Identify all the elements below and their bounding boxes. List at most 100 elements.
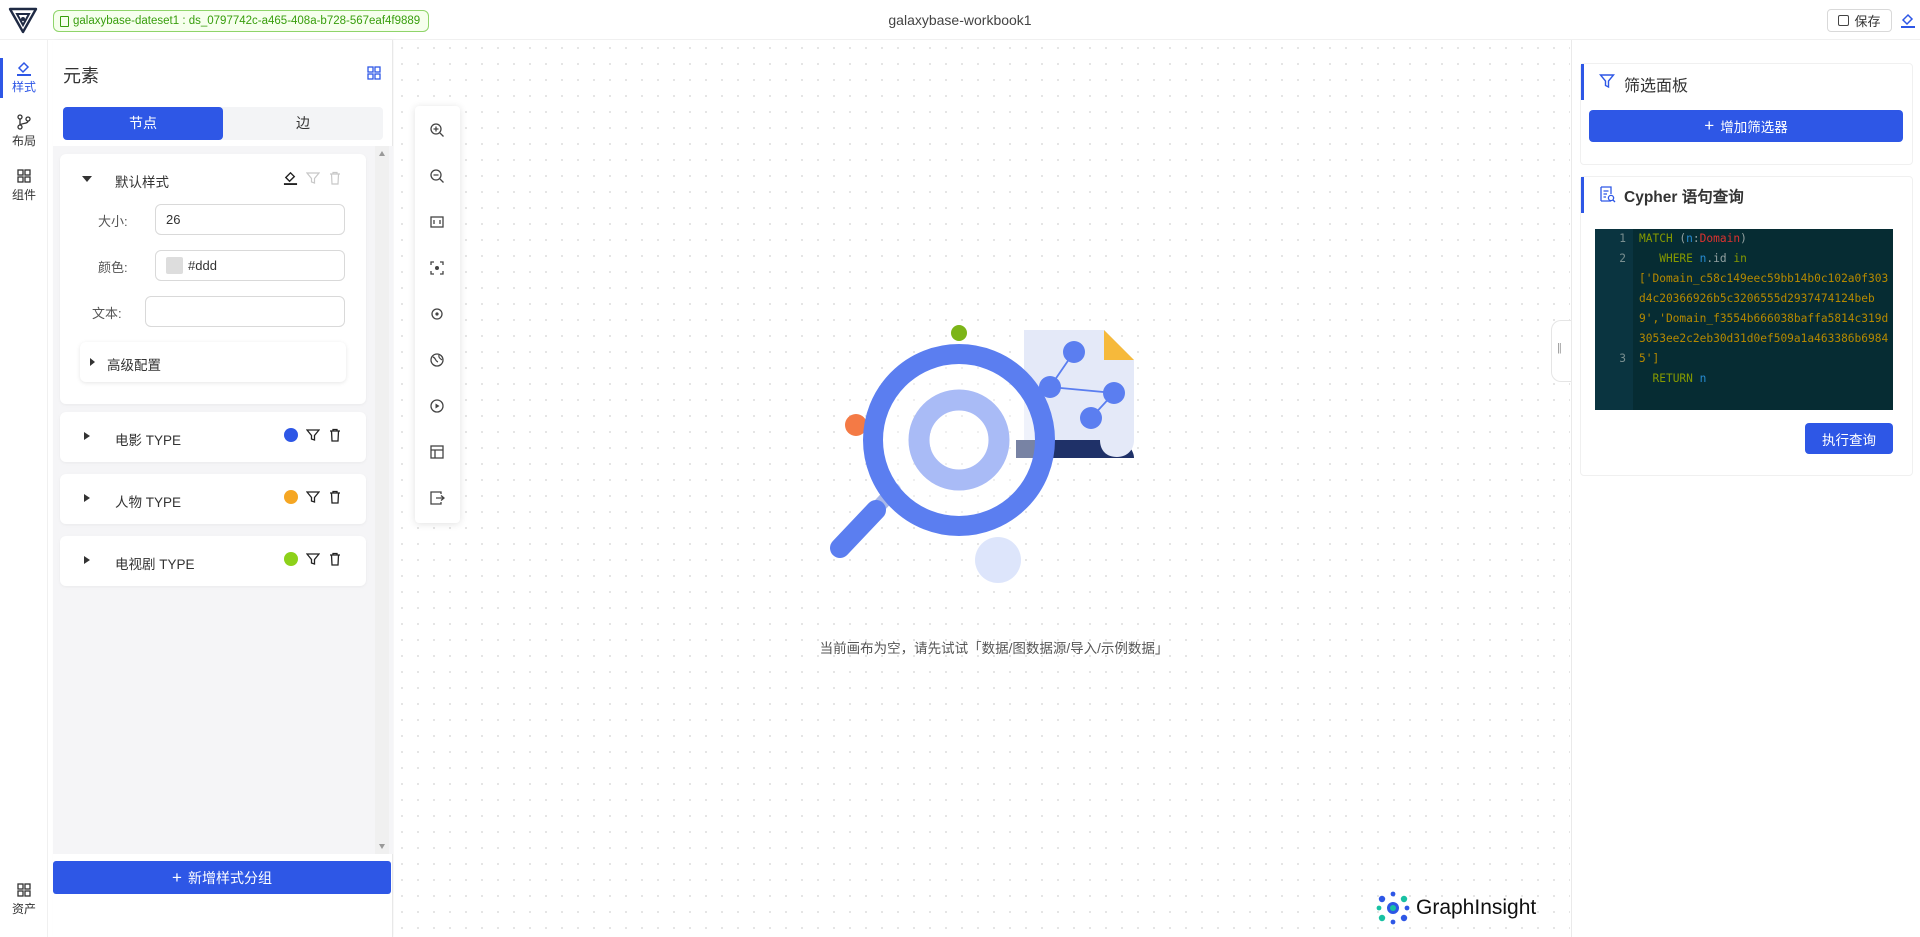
paint-bucket-icon[interactable] — [1900, 12, 1916, 28]
globe-icon[interactable] — [429, 352, 445, 368]
scroll-up-arrow-icon[interactable] — [379, 151, 385, 156]
color-label: 颜色: — [98, 260, 128, 275]
rotate-icon[interactable] — [429, 306, 445, 322]
code-line-1: MATCH (n:Domain) — [1639, 232, 1747, 245]
line-number — [1595, 309, 1626, 329]
card-header[interactable]: 电影 TYPE — [60, 412, 366, 462]
group-color-dot[interactable] — [284, 490, 298, 504]
code-line-2: WHERE n.id in — [1639, 249, 1891, 269]
filter-icon[interactable] — [306, 490, 320, 504]
group-color-dot[interactable] — [284, 552, 298, 566]
card-title: 人物 TYPE — [115, 495, 182, 510]
color-picker[interactable]: #ddd — [155, 250, 345, 281]
play-icon[interactable] — [429, 398, 445, 414]
line-number: 1 — [1619, 232, 1626, 245]
filter-icon[interactable] — [306, 552, 320, 566]
save-icon — [1838, 15, 1850, 26]
line-number-gutter: 1 2 3 — [1595, 229, 1633, 410]
paint-bucket-icon[interactable] — [283, 170, 298, 185]
group-color-dot[interactable] — [284, 428, 298, 442]
expand-caret-icon[interactable] — [84, 494, 90, 502]
code-label: Domain — [1699, 232, 1741, 245]
code-property: .id — [1706, 252, 1727, 265]
grid-icon — [17, 169, 31, 183]
size-input[interactable]: 26 — [155, 204, 345, 235]
advanced-config-label: 高级配置 — [107, 358, 161, 373]
filter-panel: 筛选面板 + 增加筛选器 — [1580, 63, 1913, 165]
style-group-card: 电视剧 TYPE — [60, 536, 366, 586]
filter-icon[interactable] — [306, 428, 320, 442]
save-button[interactable]: 保存 — [1827, 9, 1892, 32]
scroll-down-arrow-icon[interactable] — [379, 844, 385, 849]
panel-title: 元素 — [63, 66, 99, 86]
rail-item-label: 组件 — [11, 188, 36, 202]
delete-icon[interactable] — [328, 552, 342, 566]
zoom-out-icon[interactable] — [429, 168, 445, 184]
cypher-panel-header: Cypher 语句查询 — [1581, 177, 1912, 213]
cypher-code-editor[interactable]: 1 2 3 MATCH (n:Domain) WHERE n.id in ['D… — [1595, 229, 1893, 410]
line-number — [1595, 329, 1626, 349]
rail-item-style[interactable]: 样式 — [0, 54, 48, 102]
line-number: 3 — [1619, 352, 1626, 365]
element-tabs: 节点 边 — [63, 107, 383, 140]
rail-item-label: 资产 — [11, 902, 36, 916]
empty-canvas-message: 当前画布为空，请先试试「数据/图数据源/导入/示例数据」 — [394, 637, 1570, 657]
query-doc-icon — [1600, 186, 1616, 203]
panel-scrollbar[interactable] — [375, 146, 389, 854]
layout-icon[interactable] — [429, 444, 445, 460]
rail-item-label: 布局 — [11, 134, 36, 148]
card-actions — [284, 490, 342, 504]
filter-icon[interactable] — [306, 171, 320, 185]
filter-icon — [1599, 74, 1615, 89]
panel-layout-icon[interactable] — [367, 66, 381, 80]
card-header[interactable]: 默认样式 — [60, 154, 366, 204]
zoom-in-icon[interactable] — [429, 122, 445, 138]
fit-view-icon[interactable] — [429, 214, 445, 230]
code-keyword: in — [1733, 252, 1747, 265]
add-filter-button[interactable]: + 增加筛选器 — [1589, 110, 1903, 142]
code-variable: n — [1686, 232, 1693, 245]
focus-icon[interactable] — [429, 260, 445, 276]
code-string-literal: ['Domain_c58c149eec59bb14b0c102a0f303d4c… — [1639, 272, 1889, 365]
paint-bucket-icon — [17, 61, 31, 76]
left-nav-rail: 样式 布局 组件 资产 — [0, 40, 48, 937]
line-number — [1595, 289, 1626, 309]
tab-nodes[interactable]: 节点 — [63, 107, 223, 140]
cypher-query-panel: Cypher 语句查询 1 2 3 MATCH (n:Domain) WHERE… — [1580, 176, 1913, 476]
card-header[interactable]: 人物 TYPE — [60, 474, 366, 524]
run-query-label: 执行查询 — [1822, 432, 1876, 448]
rail-item-layout[interactable]: 布局 — [0, 108, 48, 156]
add-filter-label: 增加筛选器 — [1720, 120, 1788, 135]
code-keyword: MATCH — [1639, 232, 1673, 245]
export-icon[interactable] — [429, 490, 445, 506]
code-variable: n — [1699, 372, 1707, 385]
card-actions — [284, 552, 342, 566]
add-style-group-button[interactable]: + 新增样式分组 — [53, 861, 391, 894]
plus-icon: + — [172, 867, 182, 887]
card-title: 电视剧 TYPE — [115, 557, 195, 572]
graph-canvas[interactable]: 当前画布为空，请先试试「数据/图数据源/导入/示例数据」 GraphInsigh… — [394, 40, 1570, 937]
rail-item-label: 样式 — [11, 80, 36, 94]
run-query-button[interactable]: 执行查询 — [1805, 423, 1893, 454]
expand-caret-icon[interactable] — [84, 432, 90, 440]
expand-caret-icon[interactable] — [84, 556, 90, 564]
rail-item-components[interactable]: 组件 — [0, 162, 48, 210]
workbook-title: galaxybase-workbook1 — [888, 12, 1032, 28]
advanced-config[interactable]: 高级配置 — [80, 342, 346, 382]
delete-icon[interactable] — [328, 490, 342, 504]
card-header[interactable]: 电视剧 TYPE — [60, 536, 366, 586]
text-input[interactable] — [145, 296, 345, 327]
collapse-caret-icon[interactable] — [82, 176, 92, 182]
rail-item-assets[interactable]: 资产 — [0, 876, 48, 924]
delete-icon[interactable] — [328, 171, 342, 185]
brand-name: GraphInsight — [1416, 896, 1537, 919]
delete-icon[interactable] — [328, 428, 342, 442]
app-header: galaxybase-dateset1 : ds_0797742c-a465-4… — [0, 0, 1920, 40]
tab-edges[interactable]: 边 — [223, 107, 383, 140]
size-label: 大小: — [98, 214, 128, 229]
style-group-card: 电影 TYPE — [60, 412, 366, 462]
filter-panel-title: 筛选面板 — [1624, 78, 1689, 95]
graphinsight-logo-icon — [1376, 891, 1410, 925]
empty-state-illustration — [830, 325, 1134, 583]
right-panel-collapse-handle[interactable] — [1551, 320, 1571, 382]
